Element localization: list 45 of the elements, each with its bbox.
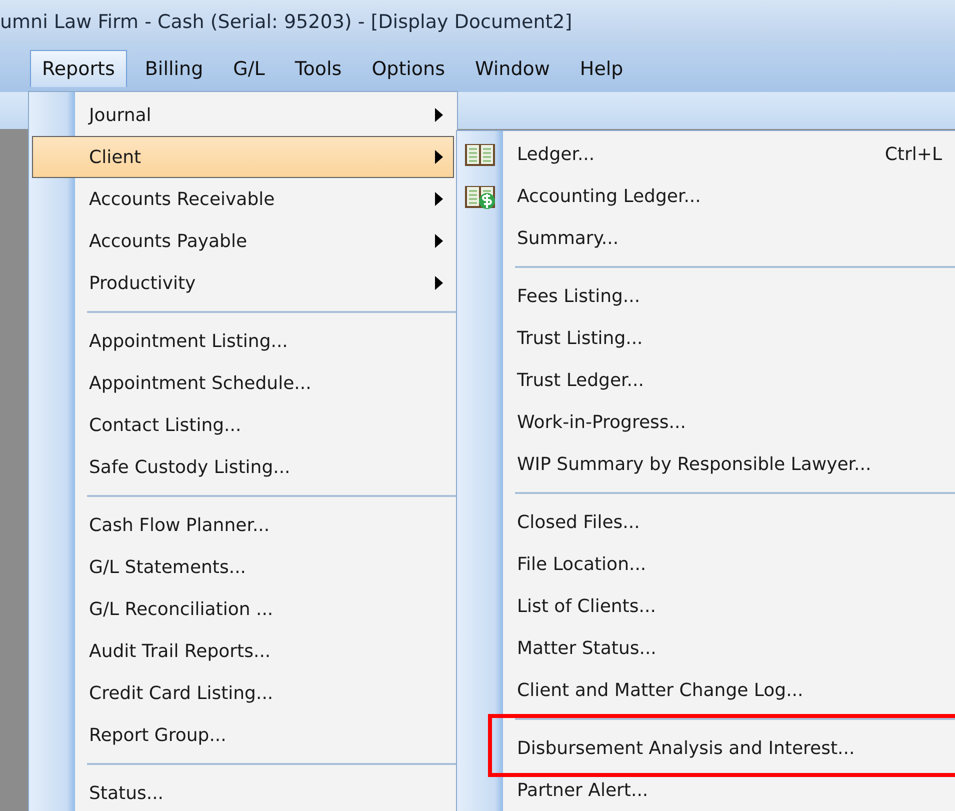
submenu-arrow-icon [435,108,443,122]
menu-item[interactable]: Accounts Receivable [32,178,454,220]
menu-bar-item[interactable]: Reports [30,50,127,86]
menu-item[interactable]: List of Clients... [460,585,955,627]
menu-item[interactable]: Trust Listing... [460,317,955,359]
menu-item[interactable]: Audit Trail Reports... [32,630,454,672]
menu-bar-item[interactable]: Billing [132,50,216,86]
submenu-arrow-icon [435,192,443,206]
menu-bar-item[interactable]: Help [568,50,636,86]
menu-bar-item[interactable]: Tools [282,50,354,86]
menu-bar-item[interactable]: Options [360,50,457,86]
window-title: umni Law Firm - Cash (Serial: 95203) - [Display Document2] [0,0,955,44]
menu-item[interactable]: Matter Status... [460,627,955,669]
menu-item[interactable]: Cash Flow Planner... [32,504,454,546]
menu-item[interactable]: Client [32,136,454,178]
menu-item[interactable]: G/L Reconciliation ... [32,588,454,630]
menu-item[interactable]: Ledger... Ctrl+L [460,133,955,175]
menu-item[interactable]: Contact Listing... [32,404,454,446]
menu-item[interactable]: Closed Files... [460,501,955,543]
menu-item[interactable]: Disbursement Analysis and Interest... [460,727,955,769]
submenu-arrow-icon [435,234,443,248]
menu-item[interactable]: Journal [32,94,454,136]
menu-item[interactable]: G/L Statements... [32,546,454,588]
menu-item[interactable]: Trust Ledger... [460,359,955,401]
menu-item[interactable]: Appointment Listing... [32,320,454,362]
menu-item[interactable]: Status... [32,772,454,811]
submenu-arrow-icon [435,276,443,290]
menu-item[interactable]: Summary... [460,217,955,259]
menu-item[interactable]: Accounting Ledger... [460,175,955,217]
menu-item[interactable]: Report Group... [32,714,454,756]
menu-item[interactable]: Appointment Schedule... [32,362,454,404]
menu-item[interactable]: Credit Card Listing... [32,672,454,714]
menu-item[interactable]: WIP Summary by Responsible Lawyer... [460,443,955,485]
menu-item[interactable]: Productivity [32,262,454,304]
menu-bar-item[interactable]: Window [463,50,562,86]
menu-item[interactable]: Safe Custody Listing... [32,446,454,488]
shortcut-text: Ctrl+L [884,144,942,164]
menu-item[interactable]: Client and Matter Change Log... [460,669,955,711]
menu-item[interactable]: Work-in-Progress... [460,401,955,443]
submenu-arrow-icon [435,150,443,164]
menu-item[interactable]: File Location... [460,543,955,585]
menu-item[interactable]: Fees Listing... [460,275,955,317]
menu-item[interactable]: Accounts Payable [32,220,454,262]
menu-bar-item[interactable]: G/L [221,50,277,86]
menu-item[interactable]: Partner Alert... [460,769,955,811]
